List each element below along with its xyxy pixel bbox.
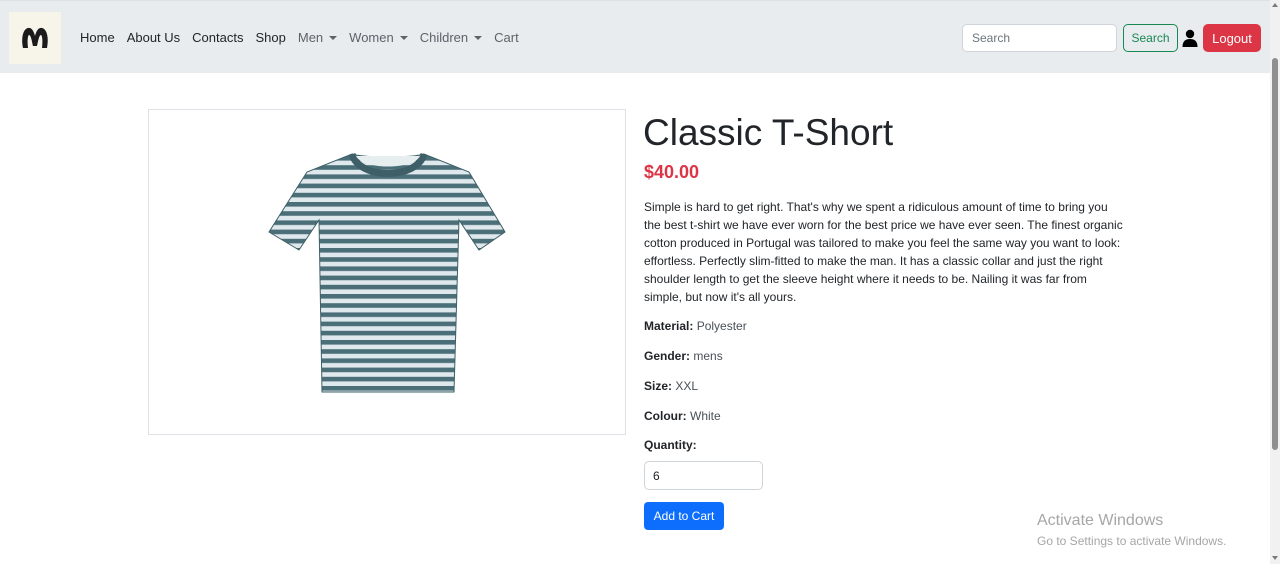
activate-windows-subtitle: Go to Settings to activate Windows. [1037,534,1227,548]
nav-label: Cart [494,30,519,45]
caret-down-icon [399,35,408,40]
logout-button[interactable]: Logout [1203,24,1261,52]
caret-down-icon [474,35,483,40]
add-to-cart-button[interactable]: Add to Cart [644,502,724,530]
scrollbar-thumb[interactable] [1272,58,1278,450]
quantity-label: Quantity: [644,438,697,452]
attribute-value: mens [693,349,723,363]
nav-item-cart[interactable]: Cart [494,30,519,45]
search-button[interactable]: Search [1123,24,1178,52]
attribute-material: Material: Polyester [644,319,747,333]
attribute-colour: Colour: White [644,409,721,423]
page-scrollbar[interactable] [1270,0,1280,564]
product-price: $40.00 [644,162,700,182]
navbar: Home About Us Contacts Shop Men Women Ch… [0,0,1270,73]
nav-item-men[interactable]: Men [297,30,338,45]
attribute-label: Size: [644,379,673,393]
nav-item-about-us[interactable]: About Us [127,30,180,45]
scroll-down-arrow-icon[interactable] [1272,556,1278,560]
attribute-label: Gender: [644,349,691,363]
attribute-value: XXL [675,379,699,393]
search-input[interactable] [962,24,1117,52]
nav-label: About Us [126,30,181,45]
nav-item-women[interactable]: Women [349,30,408,45]
attribute-gender: Gender: mens [644,349,723,363]
attribute-size: Size: XXL [644,379,698,393]
product-description: Simple is hard to get right. That's why … [644,200,1123,304]
attribute-value: White [690,409,721,423]
nav-label: Women [349,30,394,45]
striped-tshirt-image [268,152,506,393]
quantity-input[interactable] [644,461,763,490]
attribute-value: Polyester [696,319,747,333]
brand-logo[interactable] [9,12,61,64]
scroll-up-arrow-icon[interactable] [1272,3,1278,7]
attribute-label: Material: [644,319,694,333]
m-logo-icon [22,27,48,48]
nav-item-shop[interactable]: Shop [255,30,285,45]
nav-label: Children [419,30,469,45]
nav-links: Home About Us Contacts Shop Men Women Ch… [80,1,531,74]
activate-windows-title: Activate Windows [1037,512,1164,529]
nav-item-children[interactable]: Children [419,30,483,45]
caret-down-icon [329,35,338,40]
user-icon[interactable] [1182,29,1198,47]
nav-item-contacts[interactable]: Contacts [192,30,243,45]
product-title: Classic T-Short [643,112,894,153]
nav-label: Shop [255,30,286,45]
nav-label: Contacts [192,30,244,45]
nav-label: Home [80,30,115,45]
nav-item-home[interactable]: Home [80,30,115,45]
product-image [148,109,626,435]
nav-label: Men [297,30,324,45]
attribute-label: Colour: [644,409,687,423]
